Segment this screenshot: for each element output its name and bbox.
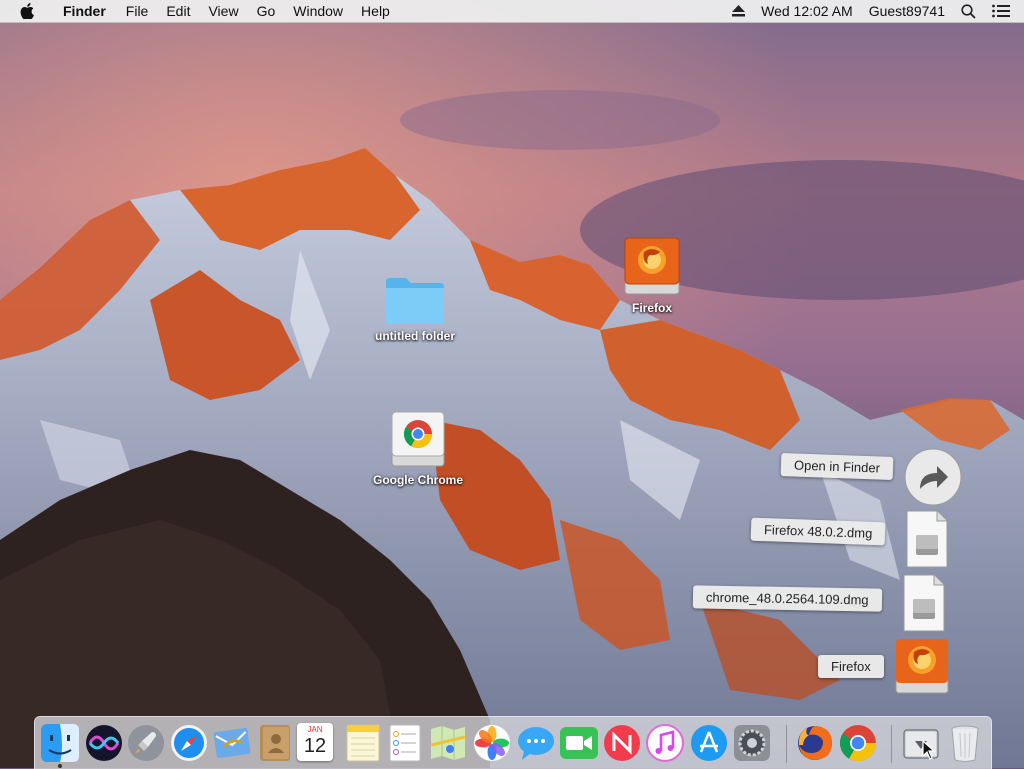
menubar-user[interactable]: Guest89741 <box>861 0 953 22</box>
menu-go[interactable]: Go <box>248 0 285 22</box>
trash-icon[interactable] <box>945 723 985 763</box>
menu-bar: Finder File Edit View Go Window Help Wed… <box>0 0 1024 23</box>
folder-icon <box>386 278 444 324</box>
download-item-label[interactable]: Firefox 48.0.2.dmg <box>750 517 886 546</box>
app-store-icon[interactable] <box>689 723 729 763</box>
firefox-icon[interactable] <box>795 723 835 763</box>
calendar-icon[interactable]: JAN 12 <box>297 723 333 761</box>
photos-icon[interactable] <box>472 723 512 763</box>
menu-file[interactable]: File <box>117 0 158 22</box>
mouse-cursor-icon <box>922 740 936 760</box>
spotlight-search-icon[interactable] <box>953 3 984 19</box>
desktop-wallpaper <box>0 0 1024 768</box>
chrome-disk-image-icon <box>391 411 445 467</box>
menu-edit[interactable]: Edit <box>157 0 199 22</box>
menu-window[interactable]: Window <box>284 0 352 22</box>
chrome-icon[interactable] <box>838 723 878 763</box>
open-in-finder-arrow-icon[interactable] <box>903 447 963 507</box>
notification-center-icon[interactable] <box>984 4 1024 18</box>
siri-icon[interactable] <box>84 723 124 763</box>
desktop-icon-google-chrome[interactable]: Google Chrome <box>366 410 470 487</box>
menubar-clock[interactable]: Wed 12:02 AM <box>753 0 861 22</box>
menu-help[interactable]: Help <box>352 0 399 22</box>
menu-view[interactable]: View <box>199 0 247 22</box>
notes-icon[interactable] <box>343 723 383 763</box>
firefox-disk-image-icon <box>624 237 680 295</box>
calendar-month: JAN <box>307 725 323 734</box>
system-preferences-icon[interactable] <box>732 723 772 763</box>
running-indicator <box>58 764 62 768</box>
download-item-label[interactable]: Firefox <box>818 655 884 678</box>
desktop-icon-firefox-volume[interactable]: Firefox <box>612 236 692 315</box>
download-item-label[interactable]: chrome_48.0.2564.109.dmg <box>692 585 882 612</box>
dmg-file-icon[interactable] <box>905 509 949 569</box>
maps-icon[interactable] <box>428 723 468 763</box>
calendar-day: 12 <box>303 735 327 757</box>
desktop-icon-label: Firefox <box>631 301 672 315</box>
dock-separator <box>891 725 892 763</box>
desktop-icon-untitled-folder[interactable]: untitled folder <box>366 274 464 343</box>
apple-menu-icon[interactable] <box>20 2 36 20</box>
finder-icon[interactable] <box>40 723 80 763</box>
dmg-file-icon[interactable] <box>902 573 946 633</box>
menu-finder[interactable]: Finder <box>54 0 117 22</box>
dock: JAN 12 <box>34 716 992 769</box>
launchpad-icon[interactable] <box>126 723 166 763</box>
facetime-icon[interactable] <box>559 723 599 763</box>
open-in-finder-label[interactable]: Open in Finder <box>780 453 894 480</box>
firefox-disk-image-icon[interactable] <box>893 637 951 697</box>
desktop-icon-label: untitled folder <box>375 329 455 343</box>
messages-icon[interactable] <box>516 723 556 763</box>
mail-icon[interactable] <box>212 723 252 763</box>
dock-separator <box>786 725 787 763</box>
news-icon[interactable] <box>602 723 642 763</box>
itunes-icon[interactable] <box>645 723 685 763</box>
eject-icon[interactable] <box>724 5 753 17</box>
desktop-icon-label: Google Chrome <box>372 473 463 487</box>
safari-icon[interactable] <box>169 723 209 763</box>
contacts-icon[interactable] <box>255 723 295 763</box>
reminders-icon[interactable] <box>385 723 425 763</box>
